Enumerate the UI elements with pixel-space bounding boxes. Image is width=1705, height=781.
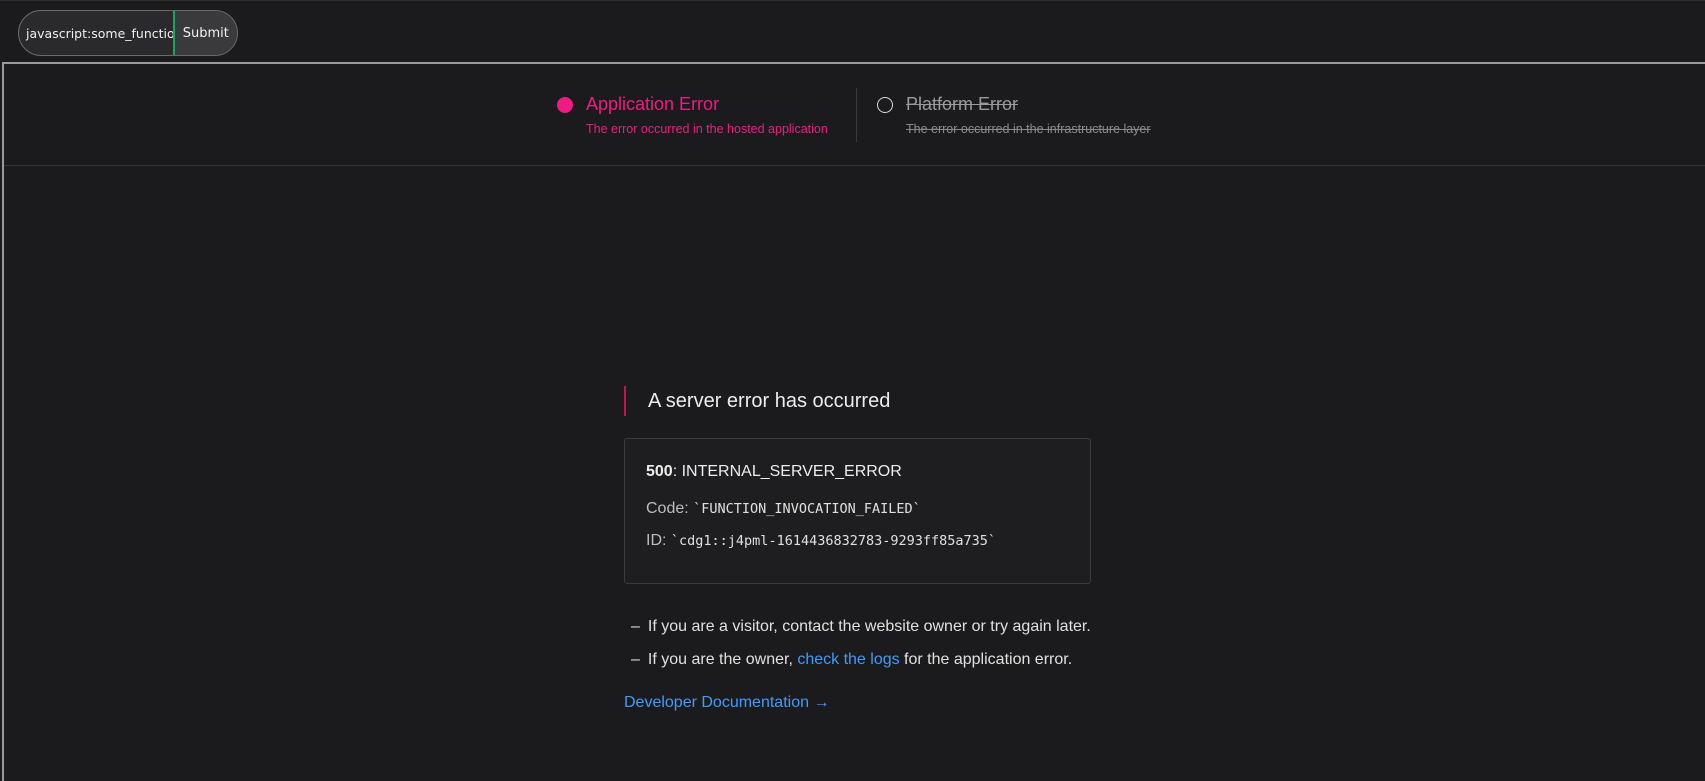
url-input[interactable]: javascript:some_functio — [19, 11, 173, 55]
submit-button[interactable]: Submit — [172, 11, 237, 55]
code-value: `FUNCTION_INVOCATION_FAILED` — [693, 501, 921, 517]
empty-circle-icon — [877, 97, 893, 113]
platform-error-description: The error occurred in the infrastructure… — [906, 122, 1151, 136]
developer-documentation-link[interactable]: Developer Documentation → — [624, 694, 1094, 712]
id-label: ID: — [646, 532, 667, 549]
dash-bullet: – — [631, 651, 640, 668]
platform-error-title: Platform Error — [906, 94, 1019, 114]
filled-circle-icon — [557, 97, 573, 113]
help-list: – If you are a visitor, contact the websi… — [624, 618, 1094, 669]
dash-bullet: – — [631, 618, 640, 635]
page-frame: Application Error The error occurred in … — [2, 62, 1705, 781]
header-divider — [856, 88, 857, 142]
check-logs-link[interactable]: check the logs — [797, 651, 899, 668]
id-value: `cdg1::j4pml-1614436832783-9293ff85a735` — [670, 533, 997, 549]
application-error-title: Application Error — [586, 94, 720, 114]
owner-prefix: If you are the owner, — [647, 651, 798, 668]
error-details-box: 500: INTERNAL_SERVER_ERROR Code: `FUNCTI… — [624, 438, 1091, 584]
application-error-description: The error occurred in the hosted applica… — [586, 122, 828, 136]
list-item-owner: – If you are the owner, check the logs fo… — [624, 651, 1094, 669]
code-label: Code: — [646, 500, 689, 517]
visitor-text: If you are a visitor, contact the websit… — [647, 618, 1091, 635]
code-line: Code: `FUNCTION_INVOCATION_FAILED` — [646, 500, 1070, 518]
error-content: A server error has occurred 500: INTERNA… — [624, 386, 1094, 712]
url-form: javascript:some_functio Submit — [18, 10, 238, 56]
list-item-visitor: – If you are a visitor, contact the websi… — [624, 618, 1094, 636]
status-text: : INTERNAL_SERVER_ERROR — [672, 463, 902, 480]
status-line: 500: INTERNAL_SERVER_ERROR — [646, 463, 1070, 481]
status-code: 500 — [646, 463, 673, 480]
error-headline: A server error has occurred — [624, 386, 1094, 416]
url-toolbar: javascript:some_functio Submit — [0, 0, 1705, 62]
error-type-header: Application Error The error occurred in … — [4, 64, 1705, 166]
owner-suffix: for the application error. — [899, 651, 1073, 668]
id-line: ID: `cdg1::j4pml-1614436832783-9293ff85a… — [646, 532, 1070, 550]
